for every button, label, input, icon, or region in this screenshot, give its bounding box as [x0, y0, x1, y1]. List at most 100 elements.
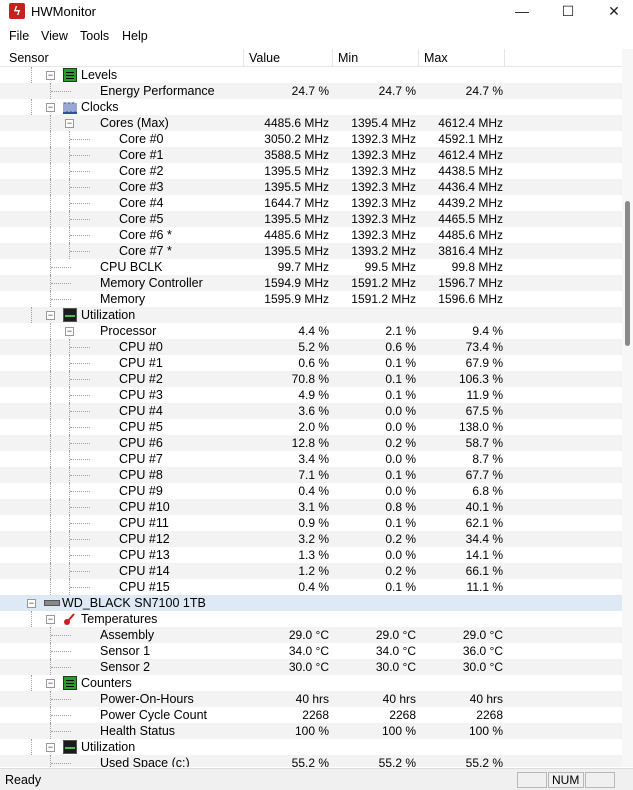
tree-node[interactable]: − WD_BLACK SN7100 1TB: [0, 595, 622, 611]
maximize-button[interactable]: ☐: [545, 0, 591, 24]
sensor-row[interactable]: Core #4 1644.7 MHz 1392.3 MHz 4439.2 MHz: [0, 195, 622, 211]
sensor-row[interactable]: Core #0 3050.2 MHz 1392.3 MHz 4592.1 MHz: [0, 131, 622, 147]
sensor-row[interactable]: Health Status 100 % 100 % 100 %: [0, 723, 622, 739]
tree-line: [70, 235, 90, 236]
sensor-min: 1393.2 MHz: [351, 244, 416, 258]
tree-line: [50, 147, 51, 163]
collapse-toggle[interactable]: −: [65, 119, 74, 128]
sensor-row[interactable]: Core #7 * 1395.5 MHz 1393.2 MHz 3816.4 MHz: [0, 243, 622, 259]
collapse-toggle[interactable]: −: [46, 743, 55, 752]
scrollbar-thumb[interactable]: [625, 201, 630, 346]
sensor-max: 4436.4 MHz: [438, 180, 503, 194]
sensor-row[interactable]: CPU #0 5.2 % 0.6 % 73.4 %: [0, 339, 622, 355]
sensor-row[interactable]: CPU #2 70.8 % 0.1 % 106.3 %: [0, 371, 622, 387]
minimize-button[interactable]: —: [499, 0, 545, 24]
sensor-label: Energy Performance: [100, 84, 215, 98]
menu-help[interactable]: Help: [122, 29, 148, 43]
tree-line: [31, 611, 32, 627]
sensor-row[interactable]: CPU #5 2.0 % 0.0 % 138.0 %: [0, 419, 622, 435]
sensor-row[interactable]: CPU #15 0.4 % 0.1 % 11.1 %: [0, 579, 622, 595]
sensor-min: 24.7 %: [378, 84, 416, 98]
collapse-toggle[interactable]: −: [46, 311, 55, 320]
sensor-row[interactable]: Memory Controller 1594.9 MHz 1591.2 MHz 159…: [0, 275, 622, 291]
sensor-row[interactable]: CPU #11 0.9 % 0.1 % 62.1 %: [0, 515, 622, 531]
sensor-value: 29.0 °C: [288, 628, 329, 642]
tree-line: [50, 227, 51, 243]
status-cell-3: [585, 772, 615, 788]
sensor-row[interactable]: CPU #1 0.6 % 0.1 % 67.9 %: [0, 355, 622, 371]
menu-file[interactable]: File: [9, 29, 29, 43]
tree-node[interactable]: − Utilization: [0, 739, 622, 755]
tree-node[interactable]: − Levels: [0, 67, 622, 83]
sensor-row[interactable]: CPU #7 3.4 % 0.0 % 8.7 %: [0, 451, 622, 467]
sensor-row[interactable]: CPU #13 1.3 % 0.0 % 14.1 %: [0, 547, 622, 563]
menu-tools[interactable]: Tools: [80, 29, 109, 43]
sensor-row[interactable]: CPU #14 1.2 % 0.2 % 66.1 %: [0, 563, 622, 579]
sensor-row[interactable]: Used Space (c:) 55.2 % 55.2 % 55.2 %: [0, 755, 622, 767]
header-max[interactable]: Max: [419, 49, 505, 67]
sensor-value: 1395.5 MHz: [264, 180, 329, 194]
sensor-row[interactable]: CPU #6 12.8 % 0.2 % 58.7 %: [0, 435, 622, 451]
sensor-row[interactable]: Core #2 1395.5 MHz 1392.3 MHz 4438.5 MHz: [0, 163, 622, 179]
sensor-value: 12.8 %: [291, 436, 329, 450]
drive-icon: [44, 600, 60, 606]
sensor-min: 29.0 °C: [375, 628, 416, 642]
sensor-row[interactable]: CPU BCLK 99.7 MHz 99.5 MHz 99.8 MHz: [0, 259, 622, 275]
sensor-max: 4592.1 MHz: [438, 132, 503, 146]
sensor-row[interactable]: Sensor 1 34.0 °C 34.0 °C 36.0 °C: [0, 643, 622, 659]
sensor-min: 0.2 %: [385, 436, 416, 450]
sensor-row[interactable]: Power-On-Hours 40 hrs 40 hrs 40 hrs: [0, 691, 622, 707]
tree-line: [50, 179, 51, 195]
collapse-toggle[interactable]: −: [46, 679, 55, 688]
collapse-toggle[interactable]: −: [46, 103, 55, 112]
header-min[interactable]: Min: [333, 49, 419, 67]
sensor-row[interactable]: CPU #12 3.2 % 0.2 % 34.4 %: [0, 531, 622, 547]
sensor-row[interactable]: CPU #3 4.9 % 0.1 % 11.9 %: [0, 387, 622, 403]
header-value[interactable]: Value: [244, 49, 333, 67]
menu-view[interactable]: View: [41, 29, 68, 43]
sensor-value: 1595.9 MHz: [264, 292, 329, 306]
tree-line: [50, 467, 51, 483]
sensor-tree[interactable]: − Levels Energy Performance 24.7 % 24.7 % 24.…: [0, 67, 622, 767]
close-button[interactable]: ✕: [591, 0, 633, 24]
sensor-row[interactable]: Power Cycle Count 2268 2268 2268: [0, 707, 622, 723]
sensor-row[interactable]: Memory 1595.9 MHz 1591.2 MHz 1596.6 MHz: [0, 291, 622, 307]
tree-node[interactable]: − Temperatures: [0, 611, 622, 627]
sensor-row[interactable]: CPU #10 3.1 % 0.8 % 40.1 %: [0, 499, 622, 515]
tree-node[interactable]: − Counters: [0, 675, 622, 691]
lightning-bolt-icon: ϟ: [9, 3, 25, 19]
sensor-max: 67.5 %: [465, 404, 503, 418]
sensor-row[interactable]: Assembly 29.0 °C 29.0 °C 29.0 °C: [0, 627, 622, 643]
header-sensor[interactable]: Sensor: [0, 49, 244, 67]
tree-line: [70, 587, 90, 588]
sensor-label: CPU #4: [119, 404, 163, 418]
tree-node[interactable]: − Clocks: [0, 99, 622, 115]
collapse-toggle[interactable]: −: [27, 599, 36, 608]
tree-node[interactable]: − Utilization: [0, 307, 622, 323]
sensor-row[interactable]: CPU #9 0.4 % 0.0 % 6.8 %: [0, 483, 622, 499]
sensor-min: 1392.3 MHz: [351, 228, 416, 242]
title-bar[interactable]: ϟ HWMonitor — ☐ ✕: [0, 0, 633, 24]
sensor-row[interactable]: Core #3 1395.5 MHz 1392.3 MHz 4436.4 MHz: [0, 179, 622, 195]
sensor-max: 8.7 %: [472, 452, 503, 466]
vertical-scrollbar[interactable]: [622, 49, 633, 767]
sensor-row[interactable]: CPU #8 7.1 % 0.1 % 67.7 %: [0, 467, 622, 483]
tree-line: [70, 379, 90, 380]
status-cell-num: NUM: [548, 772, 584, 788]
tree-line: [50, 243, 51, 259]
tree-node[interactable]: − Processor 4.4 % 2.1 % 9.4 %: [0, 323, 622, 339]
tree-node[interactable]: − Cores (Max) 4485.6 MHz 1395.4 MHz 4612.4 M…: [0, 115, 622, 131]
collapse-toggle[interactable]: −: [46, 71, 55, 80]
sensor-row[interactable]: Sensor 2 30.0 °C 30.0 °C 30.0 °C: [0, 659, 622, 675]
sensor-row[interactable]: Energy Performance 24.7 % 24.7 % 24.7 %: [0, 83, 622, 99]
sensor-min: 1591.2 MHz: [351, 276, 416, 290]
sensor-row[interactable]: Core #6 * 4485.6 MHz 1392.3 MHz 4485.6 MHz: [0, 227, 622, 243]
collapse-toggle[interactable]: −: [65, 327, 74, 336]
collapse-toggle[interactable]: −: [46, 615, 55, 624]
sensor-row[interactable]: CPU #4 3.6 % 0.0 % 67.5 %: [0, 403, 622, 419]
sensor-max: 9.4 %: [472, 324, 503, 338]
sensor-row[interactable]: Core #5 1395.5 MHz 1392.3 MHz 4465.5 MHz: [0, 211, 622, 227]
levels-icon: [63, 68, 77, 82]
sensor-row[interactable]: Core #1 3588.5 MHz 1392.3 MHz 4612.4 MHz: [0, 147, 622, 163]
sensor-max: 30.0 °C: [462, 660, 503, 674]
